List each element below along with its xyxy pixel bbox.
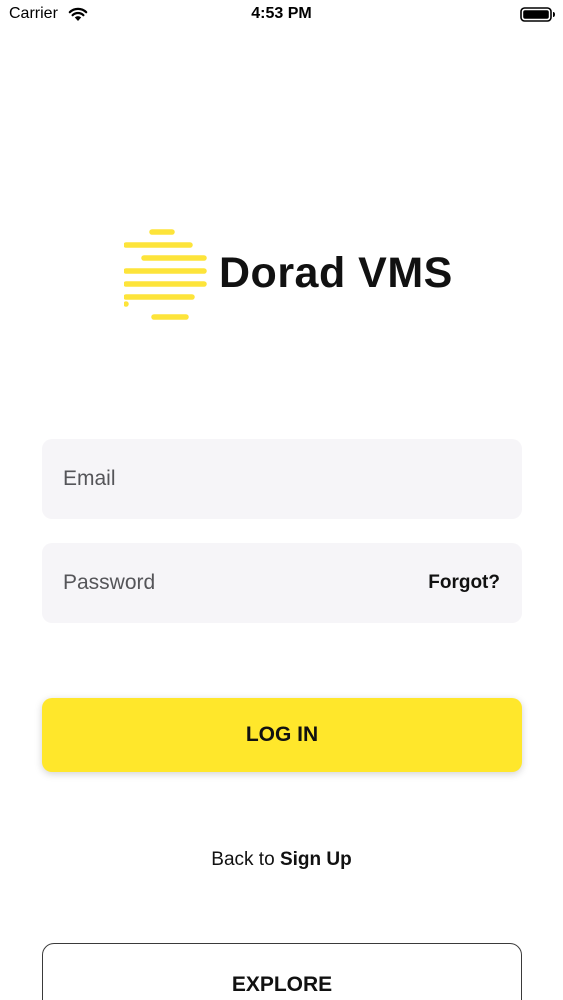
status-bar: Carrier 4:53 PM bbox=[0, 0, 563, 30]
back-to-signup: Back to Sign Up bbox=[0, 849, 563, 871]
forgot-password-link[interactable]: Forgot? bbox=[428, 572, 500, 594]
email-field-container bbox=[42, 439, 522, 519]
email-input[interactable] bbox=[42, 439, 522, 519]
password-field-container: Forgot? bbox=[42, 543, 522, 623]
explore-button[interactable]: EXPLORE bbox=[42, 943, 522, 1000]
app-logo: Dorad VMS bbox=[124, 229, 464, 321]
back-to-prefix: Back to bbox=[211, 849, 275, 870]
battery-full-icon bbox=[520, 7, 555, 22]
signup-link[interactable]: Sign Up bbox=[280, 849, 352, 870]
login-screen: Carrier 4:53 PM Dorad VMS Email Forgot? … bbox=[0, 0, 563, 1000]
login-button[interactable]: LOG IN bbox=[42, 698, 522, 772]
dorad-logo-mark bbox=[124, 229, 207, 320]
app-name: Dorad VMS bbox=[219, 249, 453, 297]
clock-time: 4:53 PM bbox=[251, 5, 312, 22]
